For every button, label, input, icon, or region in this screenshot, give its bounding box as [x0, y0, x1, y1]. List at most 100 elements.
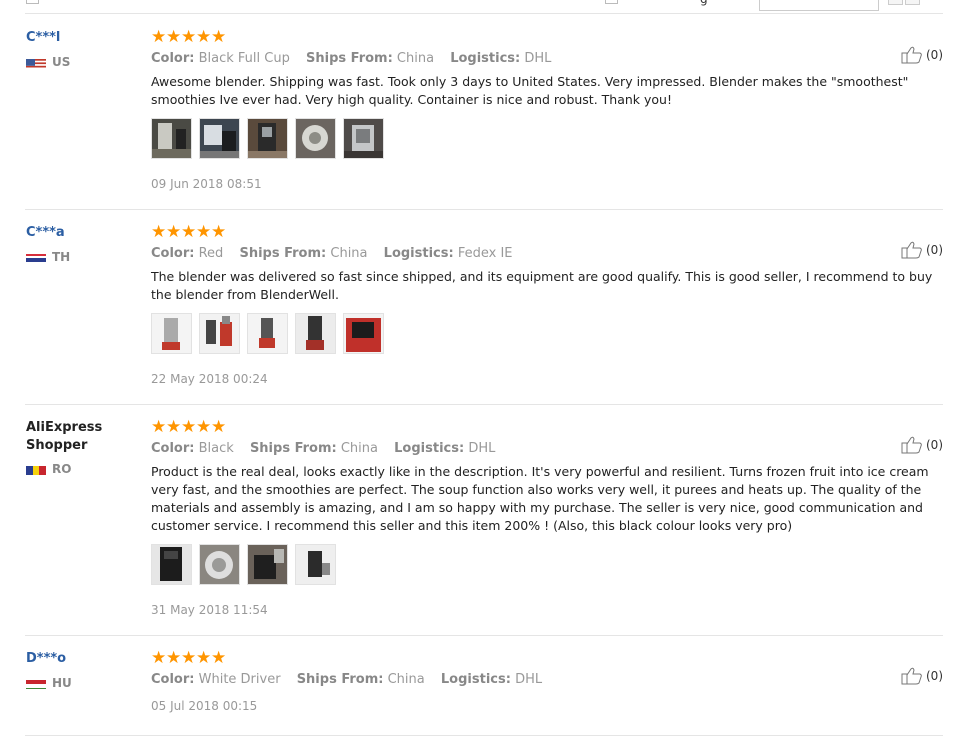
buyer-country: HU	[26, 676, 136, 690]
star-icon: ★	[196, 222, 212, 242]
star-icon: ★	[151, 648, 167, 668]
star-icon: ★	[181, 648, 197, 668]
review-date: 09 Jun 2018 08:51	[151, 177, 262, 191]
star-rating: ★ ★ ★ ★ ★	[151, 224, 943, 242]
review-photo[interactable]	[247, 313, 288, 354]
star-rating: ★ ★ ★ ★ ★	[151, 29, 943, 47]
order-info: Color: White Driver Ships From: China Lo…	[151, 672, 943, 687]
review-photo[interactable]	[151, 544, 192, 585]
star-icon: ★	[181, 27, 197, 47]
buyer-info: C***a TH	[26, 224, 136, 264]
review-date: 22 May 2018 00:24	[151, 372, 268, 386]
star-icon: ★	[166, 417, 182, 437]
filter-checkbox-2[interactable]	[605, 0, 618, 4]
feedback-content: ★ ★ ★ ★ ★ Color: Red Ships From: China Logis…	[151, 224, 943, 386]
ships-from-label: Ships From:	[306, 51, 393, 66]
review-photo[interactable]	[247, 118, 288, 159]
helpful-count: (0)	[926, 48, 943, 62]
logistics-value: DHL	[524, 51, 552, 66]
order-info: Color: Red Ships From: China Logistics: …	[151, 246, 943, 261]
review-photo[interactable]	[343, 118, 384, 159]
sort-select[interactable]	[759, 0, 879, 11]
feedback-content: ★ ★ ★ ★ ★ Color: Black Full Cup Ships From: …	[151, 29, 943, 191]
review-photo[interactable]	[247, 544, 288, 585]
thumbs-up-icon	[901, 46, 922, 64]
review-text: Awesome blender. Shipping was fast. Took…	[151, 74, 909, 107]
helpful-button[interactable]: (0)	[901, 436, 943, 454]
helpful-button[interactable]: (0)	[901, 667, 943, 685]
star-icon: ★	[211, 648, 227, 668]
feedback-item: C***a TH ★ ★ ★ ★ ★ Color: Red Ships From: Ch…	[25, 224, 943, 405]
country-code: US	[52, 55, 71, 69]
ships-from-label: Ships From:	[249, 441, 337, 456]
review-photo[interactable]	[295, 544, 336, 585]
star-icon: ★	[211, 27, 227, 47]
buyer-name[interactable]: AliExpress Shopper	[26, 419, 116, 455]
review-photo[interactable]	[295, 313, 336, 354]
color-value: Red	[198, 246, 224, 261]
review-photo[interactable]	[199, 544, 240, 585]
review-photo[interactable]	[199, 118, 240, 159]
review-photo[interactable]	[295, 118, 336, 159]
star-icon: ★	[196, 417, 212, 437]
helpful-count: (0)	[926, 669, 943, 683]
review-text: The blender was delivered so fast since …	[151, 269, 933, 302]
buyer-country: US	[26, 55, 136, 69]
helpful-count: (0)	[926, 438, 943, 452]
color-label: Color:	[151, 441, 195, 456]
country-code: RO	[52, 462, 72, 476]
color-label: Color:	[151, 51, 195, 66]
feedback-item: AliExpress Shopper RO ★ ★ ★ ★ ★ Color: Black…	[25, 419, 943, 636]
filter-checkbox[interactable]	[26, 0, 39, 4]
th-flag-icon	[26, 251, 46, 263]
buyer-name[interactable]: C***l	[26, 29, 136, 47]
star-icon: ★	[211, 417, 227, 437]
photo-list	[151, 313, 943, 354]
star-icon: ★	[151, 417, 167, 437]
thumbs-up-icon	[901, 436, 922, 454]
next-page-button[interactable]	[905, 0, 920, 5]
order-info: Color: Black Ships From: China Logistics…	[151, 441, 943, 456]
logistics-label: Logistics:	[450, 51, 521, 66]
photo-list	[151, 544, 943, 585]
helpful-count: (0)	[926, 243, 943, 257]
buyer-info: C***l US	[26, 29, 136, 69]
logistics-value: DHL	[468, 441, 496, 456]
star-rating: ★ ★ ★ ★ ★	[151, 419, 943, 437]
hu-flag-icon	[26, 677, 46, 689]
logistics-value: DHL	[515, 672, 543, 687]
star-icon: ★	[166, 222, 182, 242]
star-icon: ★	[211, 222, 227, 242]
logistics-label: Logistics:	[383, 246, 454, 261]
us-flag-icon	[26, 56, 46, 68]
helpful-button[interactable]: (0)	[901, 241, 943, 259]
star-rating: ★ ★ ★ ★ ★	[151, 650, 943, 668]
review-photo[interactable]	[199, 313, 240, 354]
ships-from-value: China	[340, 441, 378, 456]
country-code: HU	[52, 676, 72, 690]
prev-page-button[interactable]	[888, 0, 903, 5]
review-photo[interactable]	[151, 118, 192, 159]
star-icon: ★	[166, 27, 182, 47]
review-photo[interactable]	[151, 313, 192, 354]
helpful-button[interactable]: (0)	[901, 46, 943, 64]
review-date: 31 May 2018 11:54	[151, 603, 268, 617]
ships-from-label: Ships From:	[296, 672, 384, 687]
ships-from-value: China	[330, 246, 368, 261]
ships-from-value: China	[396, 51, 435, 66]
color-label: Color:	[151, 672, 195, 687]
star-icon: ★	[181, 417, 197, 437]
buyer-name[interactable]: D***o	[26, 650, 136, 668]
star-icon: ★	[196, 648, 212, 668]
ro-flag-icon	[26, 463, 46, 475]
sort-toolbar: g	[0, 0, 969, 14]
thumbs-up-icon	[901, 667, 922, 685]
star-icon: ★	[151, 222, 167, 242]
buyer-name[interactable]: C***a	[26, 224, 136, 242]
star-icon: ★	[181, 222, 197, 242]
sort-label: g	[700, 0, 708, 6]
country-code: TH	[52, 250, 71, 264]
logistics-label: Logistics:	[394, 441, 465, 456]
buyer-country: RO	[26, 462, 136, 476]
review-photo[interactable]	[343, 313, 384, 354]
